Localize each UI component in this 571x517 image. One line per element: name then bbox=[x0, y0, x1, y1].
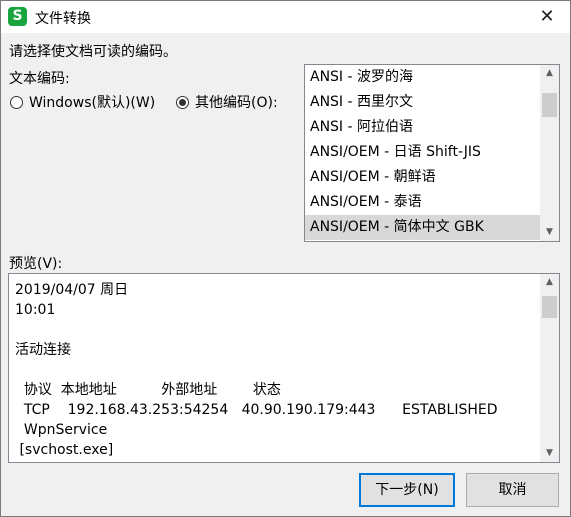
list-item[interactable]: ANSI/OEM - 朝鲜语 bbox=[305, 165, 540, 190]
preview-line: WpnService bbox=[15, 422, 108, 438]
radio-windows-label: Windows(默认)(W) bbox=[29, 95, 156, 111]
close-button[interactable]: ✕ bbox=[524, 1, 570, 33]
scroll-thumb[interactable] bbox=[542, 296, 557, 318]
preview-textbox[interactable]: 2019/04/07 周日 10:01 活动连接 协议 本地地址 外部地址 状态… bbox=[8, 273, 560, 463]
encoding-list-scrollbar[interactable]: ▲ ▼ bbox=[540, 65, 559, 241]
scroll-down-icon[interactable]: ▼ bbox=[540, 224, 559, 241]
list-item[interactable]: ANSI - 阿拉伯语 bbox=[305, 115, 540, 140]
preview-line: 协议 本地地址 外部地址 状态 bbox=[15, 382, 281, 398]
preview-line bbox=[15, 320, 537, 340]
wps-app-icon: S bbox=[8, 7, 27, 26]
text-encoding-label: 文本编码: bbox=[9, 71, 70, 87]
scroll-up-icon[interactable]: ▲ bbox=[540, 274, 559, 291]
radio-windows-circle[interactable] bbox=[10, 95, 23, 109]
radio-other-encoding[interactable]: 其他编码(O): bbox=[176, 92, 278, 112]
list-item[interactable]: ANSI - 波罗的海 bbox=[305, 65, 540, 90]
instruction-text: 请选择使文档可读的编码。 bbox=[9, 44, 177, 60]
file-conversion-dialog: S 文件转换 ✕ 请选择使文档可读的编码。 文本编码: Windows(默认)(… bbox=[0, 0, 571, 517]
preview-line: 活动连接 bbox=[15, 342, 71, 358]
preview-line: [svchost.exe] bbox=[15, 442, 114, 458]
title-bar: S 文件转换 ✕ bbox=[1, 1, 570, 33]
list-item-selected[interactable]: ANSI/OEM - 简体中文 GBK bbox=[305, 215, 540, 240]
list-item[interactable]: ANSI - 西里尔文 bbox=[305, 90, 540, 115]
next-button[interactable]: 下一步(N) bbox=[359, 473, 455, 507]
window-title: 文件转换 bbox=[35, 11, 91, 27]
preview-label: 预览(V): bbox=[9, 256, 63, 272]
radio-windows-default[interactable]: Windows(默认)(W) bbox=[10, 92, 155, 112]
preview-line: TCP 192.168.43.253:54254 40.90.190.179:4… bbox=[15, 402, 498, 418]
list-item[interactable]: ANSI/OEM - 日语 Shift-JIS bbox=[305, 140, 540, 165]
list-item[interactable]: ANSI/OEM - 泰语 bbox=[305, 190, 540, 215]
cancel-button[interactable]: 取消 bbox=[466, 473, 559, 507]
scroll-down-icon[interactable]: ▼ bbox=[540, 445, 559, 462]
radio-other-label: 其他编码(O): bbox=[195, 95, 278, 111]
scroll-thumb[interactable] bbox=[542, 93, 557, 117]
preview-line: 10:01 bbox=[15, 302, 56, 318]
radio-other-circle[interactable] bbox=[176, 95, 189, 109]
preview-line bbox=[15, 360, 537, 380]
scroll-up-icon[interactable]: ▲ bbox=[540, 65, 559, 82]
preview-line: 2019/04/07 周日 bbox=[15, 282, 129, 298]
preview-scrollbar[interactable]: ▲ ▼ bbox=[540, 274, 559, 462]
encoding-listbox[interactable]: ANSI - 波罗的海 ANSI - 西里尔文 ANSI - 阿拉伯语 ANSI… bbox=[304, 64, 560, 242]
